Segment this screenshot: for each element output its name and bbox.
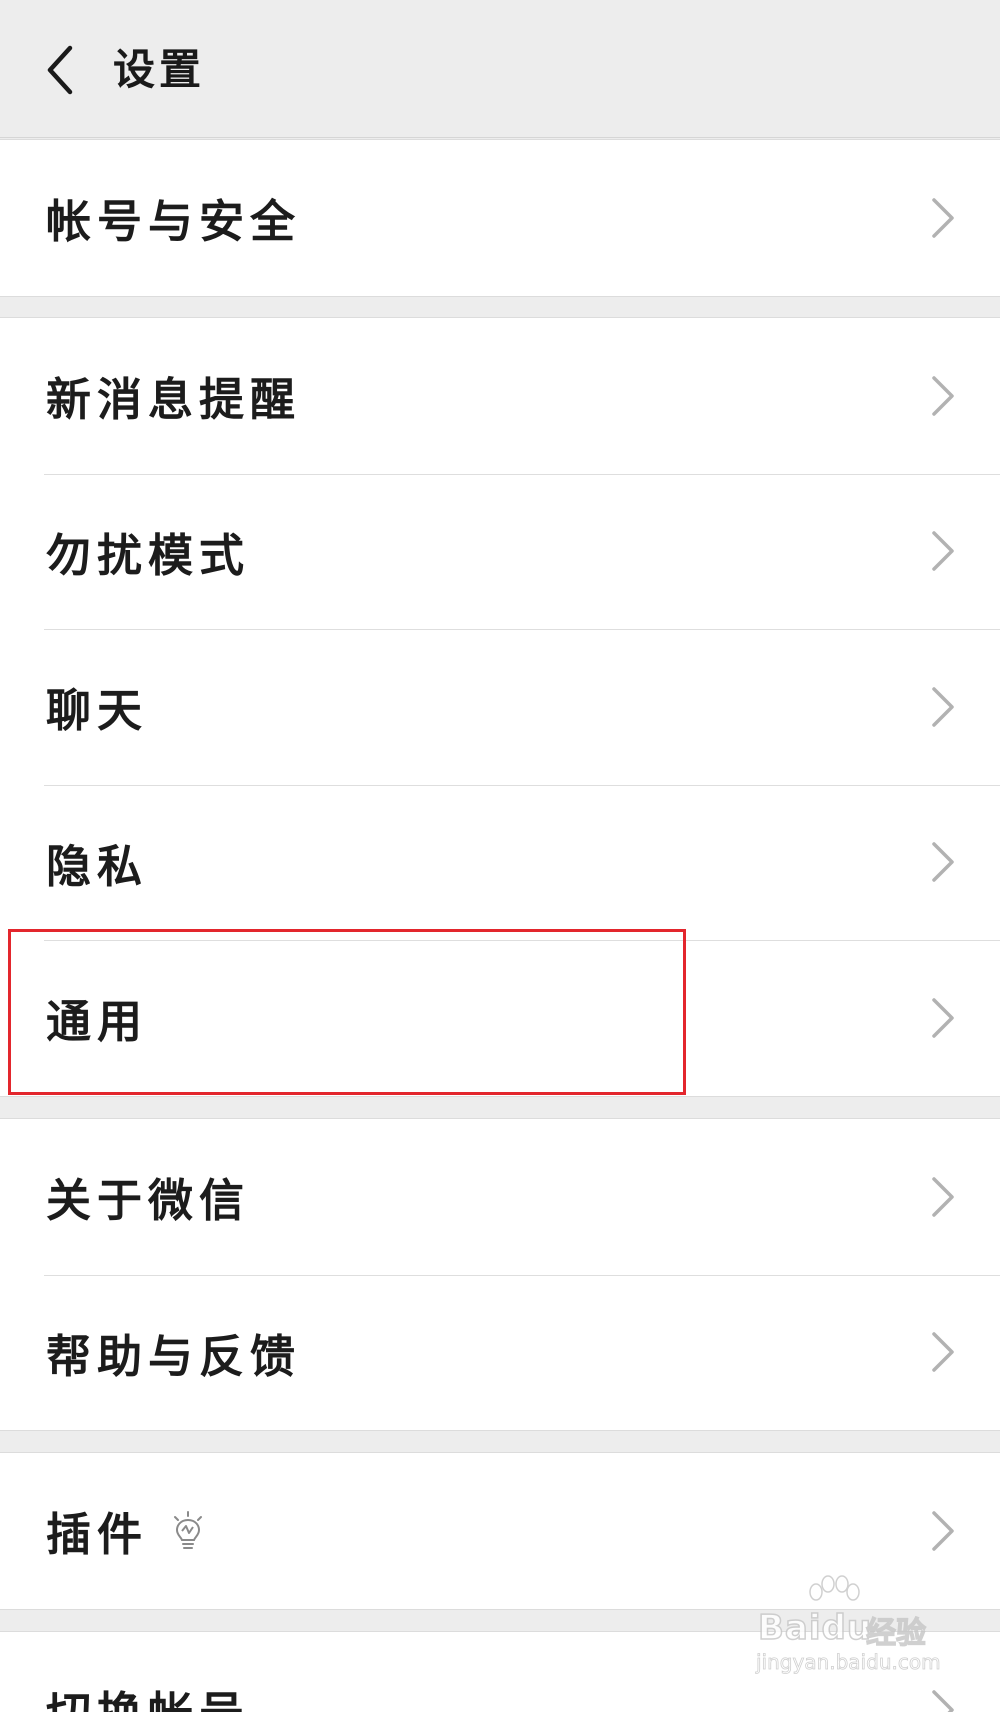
settings-group-main: 新消息提醒 勿扰模式 聊天 隐私 通用 xyxy=(0,317,1000,1097)
chevron-right-icon xyxy=(932,998,954,1038)
settings-item-do-not-disturb[interactable]: 勿扰模式 xyxy=(0,473,1000,630)
settings-screen: 设置 帐号与安全 新消息提醒 勿扰模式 聊天 隐私 通用 关于微信 帮助与反馈 … xyxy=(0,0,1000,1712)
watermark-brand: Baidu xyxy=(757,1607,873,1649)
settings-item-general[interactable]: 通用 xyxy=(0,940,1000,1096)
settings-item-label: 帐号与安全 xyxy=(46,195,302,249)
settings-item-privacy[interactable]: 隐私 xyxy=(0,784,1000,941)
page-title: 设置 xyxy=(113,45,206,94)
chevron-right-icon xyxy=(932,376,954,416)
settings-item-label: 切换帐号 xyxy=(46,1677,250,1712)
baidu-watermark: Baidu 经验 jingyan.baidu.com xyxy=(746,1572,946,1682)
watermark-url: jingyan.baidu.com xyxy=(756,1650,941,1675)
settings-item-chat[interactable]: 聊天 xyxy=(0,629,1000,785)
settings-group-info: 关于微信 帮助与反馈 xyxy=(0,1118,1000,1431)
paw-logo-icon xyxy=(809,1575,860,1601)
settings-item-account-security[interactable]: 帐号与安全 xyxy=(0,140,1000,296)
back-button[interactable] xyxy=(30,40,90,100)
chevron-right-icon xyxy=(932,531,954,571)
settings-item-label: 新消息提醒 xyxy=(46,373,302,427)
chevron-right-icon xyxy=(932,1690,954,1712)
settings-item-label: 帮助与反馈 xyxy=(46,1329,302,1383)
settings-item-label: 关于微信 xyxy=(46,1174,251,1228)
settings-item-notifications[interactable]: 新消息提醒 xyxy=(0,318,1000,474)
back-arrow-icon xyxy=(47,45,73,95)
settings-item-label: 隐私 xyxy=(46,839,149,893)
settings-group-account: 帐号与安全 xyxy=(0,139,1000,297)
chevron-right-icon xyxy=(932,687,954,727)
chevron-right-icon xyxy=(932,1332,954,1372)
settings-item-label: 通用 xyxy=(46,995,149,1049)
settings-item-help-feedback[interactable]: 帮助与反馈 xyxy=(0,1274,1000,1431)
header-bar: 设置 xyxy=(0,0,1000,138)
lightbulb-icon xyxy=(174,1510,203,1549)
settings-item-about[interactable]: 关于微信 xyxy=(0,1119,1000,1275)
settings-item-label: 插件 xyxy=(46,1508,149,1562)
settings-item-label: 勿扰模式 xyxy=(46,528,251,582)
chevron-right-icon xyxy=(932,842,954,882)
chevron-right-icon xyxy=(932,198,954,238)
watermark-product: 经验 xyxy=(865,1615,926,1651)
chevron-right-icon xyxy=(932,1511,954,1551)
chevron-right-icon xyxy=(932,1177,954,1217)
settings-item-label: 聊天 xyxy=(46,684,149,738)
